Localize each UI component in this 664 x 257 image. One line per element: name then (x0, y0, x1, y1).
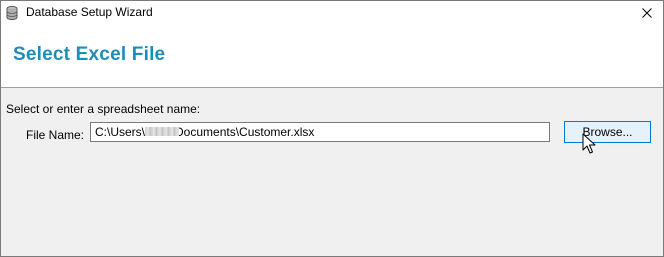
close-button[interactable] (631, 1, 663, 25)
page-title: Select Excel File (13, 44, 166, 65)
browse-button[interactable]: Browse... (564, 121, 651, 143)
redacted-username (145, 127, 179, 136)
title-bar[interactable]: Database Setup Wizard (1, 1, 663, 25)
spreadsheet-prompt-label: Select or enter a spreadsheet name: (6, 102, 201, 116)
close-icon (642, 8, 652, 18)
file-name-label: File Name: (26, 128, 85, 142)
mouse-cursor-icon (582, 133, 596, 155)
wizard-window: Database Setup Wizard Select Excel File … (0, 0, 664, 257)
database-icon (6, 6, 18, 20)
wizard-header: Select Excel File (1, 25, 663, 87)
window-title: Database Setup Wizard (26, 5, 153, 19)
